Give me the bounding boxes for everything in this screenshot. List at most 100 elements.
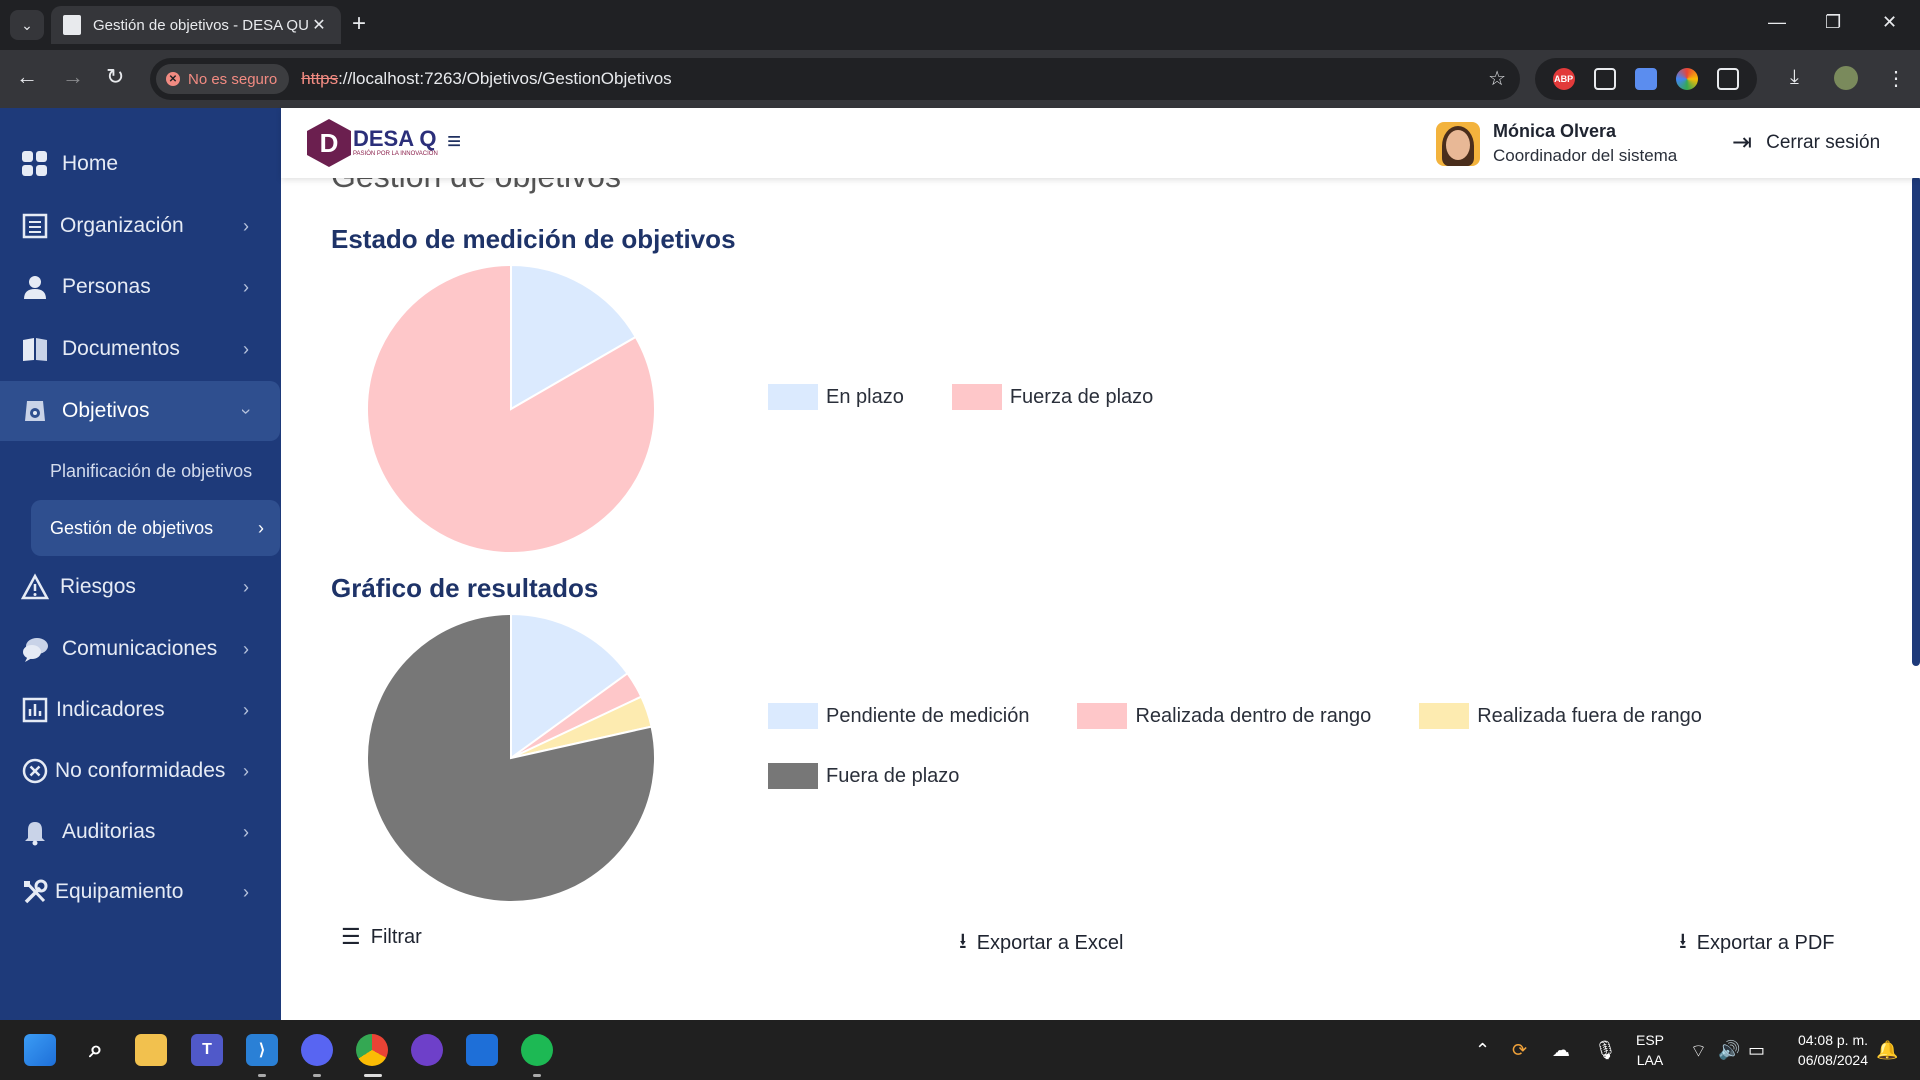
microphone-icon[interactable]: 🎙 xyxy=(1594,1040,1617,1061)
document-extension-icon[interactable] xyxy=(1634,68,1657,90)
export-excel-button[interactable]: ⭳ Exportar a Excel xyxy=(959,924,1123,962)
volume-icon[interactable]: 🔊 xyxy=(1718,1040,1740,1061)
sidebar-subitem-label: Gestión de objetivos xyxy=(50,517,214,538)
sidebar-item-label: Comunicaciones xyxy=(62,637,218,660)
sidebar-item-auditorias[interactable]: Auditorias › xyxy=(0,802,281,862)
address-bar[interactable]: ✕ No es seguro https://localhost:7263/Ob… xyxy=(150,58,1520,100)
legend-item[interactable]: Pendiente de medición xyxy=(768,686,1029,746)
logo-hexagon-icon: D xyxy=(307,119,351,167)
section-title-resultados: Gráfico de resultados xyxy=(331,573,599,603)
wifi-icon[interactable]: ⌔ xyxy=(1690,1040,1707,1063)
vscode-icon[interactable]: ⟩ xyxy=(246,1034,278,1066)
battery-icon[interactable]: ▭ xyxy=(1748,1040,1765,1061)
sync-icon[interactable]: ⟳ xyxy=(1512,1040,1527,1061)
sidebar-item-home[interactable]: Home xyxy=(0,134,281,194)
sidebar-item-personas[interactable]: Personas › xyxy=(0,257,281,317)
legend-label: Realizada dentro de rango xyxy=(1135,704,1372,727)
chevron-down-icon: › xyxy=(236,408,257,414)
picture-in-picture-icon[interactable] xyxy=(1593,68,1616,90)
circle-x-icon xyxy=(20,756,50,786)
clock-date: 06/08/2024 xyxy=(1797,1052,1868,1068)
bookmark-star-icon[interactable]: ☆ xyxy=(1488,66,1506,91)
legend-item[interactable]: Realizada dentro de rango xyxy=(1077,686,1371,746)
legend-item[interactable]: Fuera de plazo xyxy=(768,746,959,806)
browser-menu-icon[interactable]: ⋮ xyxy=(1886,66,1906,91)
chevron-right-icon: › xyxy=(243,699,249,720)
browser-tab[interactable]: Gestión de objetivos - DESA QU ✕ xyxy=(51,6,341,44)
minimize-window-icon[interactable]: — xyxy=(1768,12,1786,33)
reload-icon[interactable]: ↻ xyxy=(106,64,124,90)
sidebar-subitem-gestion[interactable]: Gestión de objetivos › xyxy=(31,500,280,556)
adblock-icon[interactable]: ABP xyxy=(1552,68,1575,90)
show-hidden-icons-chevron-icon[interactable]: ⌃ xyxy=(1475,1040,1490,1061)
app-logo[interactable]: D DESA Q PASIÓN POR LA INNOVACIÓN xyxy=(307,118,457,168)
forward-arrow-icon[interactable]: → xyxy=(62,64,84,90)
restore-window-icon[interactable]: ❐ xyxy=(1825,12,1841,33)
url-text[interactable]: https://localhost:7263/Objetivos/Gestion… xyxy=(301,69,671,89)
download-icon[interactable]: ⤓ xyxy=(1790,66,1799,89)
spotify-icon[interactable] xyxy=(521,1034,553,1066)
filter-label: Filtrar xyxy=(370,925,422,948)
legend-item[interactable]: En plazo xyxy=(768,367,904,427)
search-icon[interactable]: ⌕ xyxy=(80,1034,112,1066)
tab-title: Gestión de objetivos - DESA QU xyxy=(93,16,309,34)
page-favicon-icon xyxy=(63,15,81,35)
page-scrollbar[interactable] xyxy=(1912,176,1920,666)
discord-icon[interactable] xyxy=(301,1034,333,1066)
store-icon[interactable] xyxy=(466,1034,498,1066)
security-chip[interactable]: ✕ No es seguro xyxy=(156,64,290,94)
chevron-right-icon: › xyxy=(243,760,249,781)
sidebar-item-label: Equipamiento xyxy=(55,880,184,903)
export-pdf-button[interactable]: ⭳ Exportar a PDF xyxy=(1679,924,1835,962)
tab-search-button[interactable]: ⌄ xyxy=(10,10,44,40)
lang-top: ESP xyxy=(1636,1032,1665,1048)
windows-start-icon[interactable] xyxy=(24,1034,56,1066)
back-arrow-icon[interactable]: ← xyxy=(16,64,38,90)
onedrive-cloud-icon[interactable]: ☁ xyxy=(1552,1040,1570,1061)
legend-swatch xyxy=(1077,703,1128,729)
extensions-puzzle-icon[interactable] xyxy=(1717,68,1740,90)
color-picker-extension-icon[interactable] xyxy=(1676,68,1699,90)
logout-label: Cerrar sesión xyxy=(1766,131,1881,153)
sidebar-item-documentos[interactable]: Documentos › xyxy=(0,319,281,379)
sidebar-item-riesgos[interactable]: Riesgos › xyxy=(0,557,281,617)
filter-button[interactable]: ☰ Filtrar xyxy=(341,924,422,950)
sidebar-item-comunicaciones[interactable]: Comunicaciones › xyxy=(0,619,281,679)
sidebar-item-indicadores[interactable]: Indicadores › xyxy=(0,680,281,740)
legend-swatch xyxy=(768,703,818,729)
person-icon xyxy=(20,272,50,302)
legend-label: En plazo xyxy=(826,385,904,408)
sidebar-item-equipamiento[interactable]: Equipamiento › xyxy=(0,862,281,922)
new-tab-button[interactable]: + xyxy=(352,12,366,36)
teams-icon[interactable]: T xyxy=(191,1034,223,1066)
close-tab-icon[interactable]: ✕ xyxy=(309,15,329,35)
sidebar-item-label: Home xyxy=(62,152,119,175)
legend-item[interactable]: Fuerza de plazo xyxy=(951,367,1154,427)
sidebar-item-organizacion[interactable]: Organización › xyxy=(0,196,281,256)
notifications-bell-icon[interactable]: 🔔 xyxy=(1876,1040,1898,1061)
sidebar-item-label: Riesgos xyxy=(60,575,136,598)
book-icon xyxy=(20,334,50,364)
profile-avatar-icon[interactable] xyxy=(1834,66,1858,90)
user-avatar[interactable] xyxy=(1436,122,1480,166)
legend-label: Fuerza de plazo xyxy=(1009,385,1154,408)
export-excel-label: Exportar a Excel xyxy=(976,931,1124,954)
sidebar-item-no-conformidades[interactable]: No conformidades › xyxy=(0,741,281,801)
hamburger-menu-icon[interactable]: ≡ xyxy=(447,128,461,156)
input-language[interactable]: ESP LAA xyxy=(1636,1030,1664,1070)
chrome-icon[interactable] xyxy=(356,1034,388,1066)
github-icon[interactable] xyxy=(411,1034,443,1066)
sidebar-subitem-planificacion[interactable]: Planificación de objetivos xyxy=(50,461,252,482)
extensions-area: ABP xyxy=(1535,58,1757,100)
target-icon xyxy=(20,396,50,426)
clock[interactable]: 04:08 p. m. 06/08/2024 xyxy=(1786,1030,1868,1070)
legend-item[interactable]: Realizada fuera de rango xyxy=(1419,686,1702,746)
close-window-icon[interactable]: ✕ xyxy=(1882,12,1897,33)
sidebar-item-objetivos[interactable]: Objetivos › xyxy=(0,381,280,441)
file-explorer-icon[interactable] xyxy=(135,1034,167,1066)
main-content: Gestión de objetivos Estado de medición … xyxy=(281,108,1920,1020)
chevron-right-icon: › xyxy=(258,517,264,538)
legend-label: Fuera de plazo xyxy=(826,764,960,787)
user-name: Mónica Olvera xyxy=(1493,121,1617,141)
logout-button[interactable]: ⇥ Cerrar sesión xyxy=(1732,128,1880,157)
